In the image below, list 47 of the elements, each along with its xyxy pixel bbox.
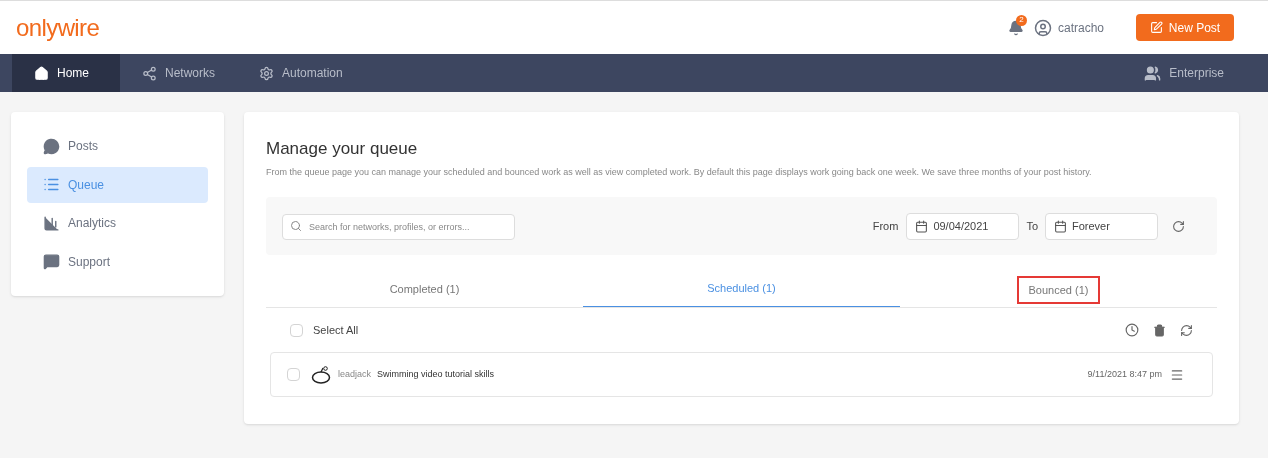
new-post-button[interactable]: New Post (1136, 14, 1234, 41)
nav-tab[interactable]: Automation (237, 54, 365, 92)
sidebar-item[interactable]: Analytics (27, 205, 208, 242)
queue-tab[interactable]: Scheduled (1) (707, 279, 776, 296)
nav-tab[interactable]: Networks (120, 54, 237, 92)
bar-chart-icon (43, 214, 60, 232)
logo: onlywire (16, 12, 100, 43)
trash-icon[interactable] (1153, 323, 1166, 337)
page-description: From the queue page you can manage your scheduled and bounced work as well as view completed work. By default this page displays work going back one week. We save three months of your post history. (266, 165, 1093, 179)
home-icon (34, 65, 49, 81)
page-title: Manage your queue (266, 138, 419, 160)
help-icon (43, 253, 60, 271)
post-time: 9/11/2021 8:47 pm (1087, 367, 1162, 381)
sidebar-item[interactable]: Support (27, 243, 208, 280)
clock-icon[interactable] (1125, 323, 1139, 337)
sidebar-item[interactable]: Queue (27, 166, 208, 203)
search-icon (290, 220, 302, 232)
gear-icon (259, 65, 274, 81)
search-field[interactable]: Search for networks, profiles, or errors... (282, 214, 515, 240)
enterprise-link[interactable]: Enterprise (1169, 64, 1224, 82)
user-icon (1033, 18, 1052, 37)
queue-row[interactable]: leadjack Swimming video tutorial skills 9/11/2021 8:47 pm (270, 352, 1213, 397)
refresh-icon[interactable] (1172, 219, 1185, 233)
from-date-field[interactable]: 09/04/2021 (906, 212, 1020, 240)
nav-tab[interactable]: Home (12, 54, 120, 92)
sidebar-item[interactable]: Posts (27, 128, 208, 165)
notification-badge: 2 (1015, 14, 1027, 26)
calendar-icon (915, 219, 929, 233)
queue-tab[interactable]: Completed (1) (389, 280, 460, 297)
menu-icon[interactable] (1170, 367, 1184, 382)
people-icon (1144, 64, 1162, 82)
profile-name[interactable]: leadjack (338, 367, 372, 382)
select-all-label: Select All (313, 322, 359, 338)
bell-icon[interactable] (1007, 19, 1024, 36)
queue-tab[interactable]: Bounced (1) (1016, 275, 1101, 304)
pencil-icon (1149, 21, 1163, 34)
from-label: From (872, 218, 899, 234)
to-label: To (1026, 218, 1038, 234)
share-icon (142, 65, 157, 81)
username[interactable]: catracho (1057, 18, 1104, 37)
checkbox[interactable] (290, 323, 303, 337)
calendar-icon (1054, 219, 1067, 233)
post-title: Swimming video tutorial skills (377, 367, 495, 381)
sync-icon[interactable] (1180, 323, 1193, 337)
checkbox[interactable] (287, 368, 300, 381)
chat-bubble-icon (43, 137, 60, 155)
to-date-field[interactable]: Forever (1045, 212, 1158, 240)
